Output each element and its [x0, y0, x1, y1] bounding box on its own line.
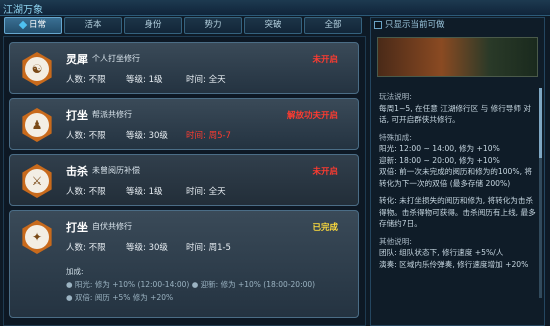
section-line: 转化: 未打坐损失的阅历和修为, 将转化为击杀得物。击杀得物可获得。击杀阅历有上… [379, 196, 536, 228]
activity-name: 击杀 [66, 165, 88, 178]
checkbox-label: 只显示当前可做 [385, 20, 445, 30]
diamond-icon [18, 20, 28, 29]
level-req: 等级: 30级 [126, 131, 168, 141]
time-window: 时间: 周1-5 [186, 243, 231, 253]
bonus-line: ● 双倍: 阅历 +5% 修为 +20% [66, 293, 174, 302]
activity-card[interactable]: ☯ 灵犀 个人打坐修行 未开启 人数: 不限 等级: 1级 时间: 全天 [9, 42, 359, 94]
meditation-icon: ☯ [22, 52, 52, 86]
section-title: 玩法说明: [379, 92, 412, 101]
tab-breakthrough[interactable]: 突破 [244, 17, 302, 34]
detail-text: 玩法说明: 每周1~5, 在任意 江湖修行区 与 修行导师 对话, 可开启群侠共… [371, 77, 544, 270]
activity-status: 已完成 [312, 223, 338, 233]
scrollbar[interactable] [539, 88, 542, 298]
activity-card[interactable]: ♟ 打坐 帮派共修行 解放功夫开启 人数: 不限 等级: 30级 时间: 周5-… [9, 98, 359, 150]
checkbox[interactable] [374, 21, 382, 29]
time-window: 时间: 全天 [186, 75, 226, 85]
activity-list: ☯ 灵犀 个人打坐修行 未开启 人数: 不限 等级: 1级 时间: 全天 ♟ 打… [3, 36, 366, 326]
practice-icon: ♟ [22, 108, 52, 142]
activity-status: 未开启 [312, 55, 338, 65]
tab-faction[interactable]: 势力 [184, 17, 242, 34]
time-window: 时间: 全天 [186, 187, 226, 197]
sword-icon: ⚔ [22, 164, 52, 198]
tab-identity[interactable]: 身份 [124, 17, 182, 34]
team-icon: ✦ [22, 220, 52, 254]
activity-card[interactable]: ⚔ 击杀 未曾阅历补偿 未开启 人数: 不限 等级: 1级 时间: 全天 [9, 154, 359, 206]
window-titlebar: 江湖万象 [0, 0, 550, 16]
activity-desc: 个人打坐修行 [92, 54, 140, 63]
activity-desc: 自伏共修行 [92, 222, 132, 231]
activity-status: 解放功夫开启 [286, 111, 338, 121]
activity-desc: 帮派共修行 [92, 110, 132, 119]
section-title: 特殊加成: [379, 132, 412, 142]
section-line: 团队: 组队状态下, 修行速度 +5%/人 [379, 248, 504, 257]
show-available-toggle[interactable]: 只显示当前可做 [371, 18, 544, 33]
activity-name: 打坐 [66, 109, 88, 122]
section-title: 其他说明: [379, 236, 412, 246]
level-req: 等级: 30级 [126, 243, 168, 253]
people-limit: 人数: 不限 [66, 243, 106, 253]
window-title: 江湖万象 [3, 5, 43, 16]
level-req: 等级: 1级 [126, 187, 163, 197]
detail-panel: 只显示当前可做 玩法说明: 每周1~5, 在任意 江湖修行区 与 修行导师 对话… [370, 17, 545, 326]
activity-desc: 未曾阅历补偿 [92, 166, 140, 175]
activity-name: 灵犀 [66, 53, 88, 66]
tab-bar: 日常 活本 身份 势力 突破 全部 [4, 17, 369, 35]
section-line: 迎新: 18:00 ~ 20:00, 修为 +10% [379, 155, 500, 165]
activity-meta: 人数: 不限 等级: 30级 时间: 周1-5 [66, 241, 231, 253]
bonus-line: ● 阳光: 修为 +10% (12:00-14:00) ● 迎新: 修为 +10… [66, 280, 316, 289]
activity-meta: 人数: 不限 等级: 1级 时间: 全天 [66, 185, 226, 197]
tab-all[interactable]: 全部 [304, 17, 362, 34]
activity-name: 打坐 [66, 221, 88, 234]
activity-status: 未开启 [312, 167, 338, 177]
section-line: 双倍: 前一次未完成的阅历和修为的100%, 将转化为下一次的双倍 (最多存储 … [379, 167, 533, 188]
tab-instance[interactable]: 活本 [64, 17, 122, 34]
activity-banner-image [377, 37, 538, 77]
activity-meta: 人数: 不限 等级: 30级 时间: 周5-7 [66, 129, 231, 141]
section-line: 演奏: 区域内乐伶弹奏, 修行速度增加 +20% [379, 259, 529, 269]
section-line: 阳光: 12:00 ~ 14:00, 修为 +10% [379, 144, 500, 153]
level-req: 等级: 1级 [126, 75, 163, 85]
people-limit: 人数: 不限 [66, 75, 106, 85]
scroll-thumb[interactable] [539, 88, 542, 158]
activity-card[interactable]: ✦ 打坐 自伏共修行 已完成 人数: 不限 等级: 30级 时间: 周1-5 加… [9, 210, 359, 318]
section-line: 每周1~5, 在任意 江湖修行区 与 修行导师 对话, 可开启群侠共修行。 [379, 103, 532, 125]
people-limit: 人数: 不限 [66, 187, 106, 197]
people-limit: 人数: 不限 [66, 131, 106, 141]
time-window: 时间: 周5-7 [186, 131, 231, 141]
activity-meta: 人数: 不限 等级: 1级 时间: 全天 [66, 73, 226, 85]
bonus-title: 加成: [66, 267, 84, 276]
tab-daily[interactable]: 日常 [4, 17, 62, 34]
